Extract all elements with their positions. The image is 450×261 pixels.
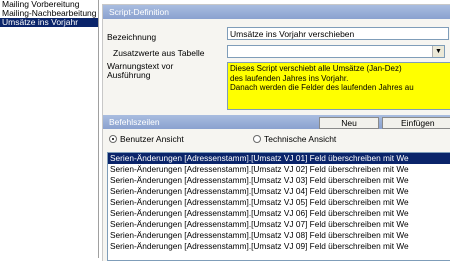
radio-unselected-icon[interactable] <box>253 135 261 143</box>
radio-benutzer-label: Benutzer Ansicht <box>120 134 184 144</box>
warnungstext-line: Danach werden die Felder des laufenden J… <box>230 83 414 92</box>
command-row[interactable]: Serien-Änderungen [Adressenstamm].[Umsat… <box>108 186 450 197</box>
warnungstext-label-line2: Ausführung <box>107 70 151 80</box>
command-row[interactable]: Serien-Änderungen [Adressenstamm].[Umsat… <box>108 230 450 241</box>
script-list-item-mailing-nachbearbeitung[interactable]: Mailing-Nachbearbeitung <box>0 9 98 18</box>
radio-selected-icon[interactable] <box>109 135 117 143</box>
script-list-item-mailing-vorbereitung[interactable]: Mailing Vorbereitung <box>0 0 98 9</box>
einfuegen-button[interactable]: Einfügen <box>382 117 450 129</box>
script-definition-header: Script-Definition <box>103 5 450 19</box>
command-row[interactable]: Serien-Änderungen [Adressenstamm].[Umsat… <box>108 208 450 219</box>
command-row[interactable]: Serien-Änderungen [Adressenstamm].[Umsat… <box>108 175 450 186</box>
warnungstext-label: Warnungstext vor Ausführung <box>107 62 173 80</box>
command-row[interactable]: Serien-Änderungen [Adressenstamm].[Umsat… <box>108 164 450 175</box>
warnungstext-line: des laufenden Jahres ins Vorjahr. <box>230 73 349 83</box>
radio-technisch-label: Technische Ansicht <box>264 134 337 144</box>
bezeichnung-label: Bezeichnung <box>107 32 157 42</box>
command-row[interactable]: Serien-Änderungen [Adressenstamm].[Umsat… <box>108 241 450 252</box>
script-definition-panel: Script-Definition Bezeichnung Umsätze in… <box>102 4 450 261</box>
script-list[interactable]: Mailing Vorbereitung Mailing-Nachbearbei… <box>0 0 99 258</box>
command-list[interactable]: Serien-Änderungen [Adressenstamm].[Umsat… <box>107 152 450 261</box>
warnungstext-line: Dieses Script verschiebt alle Umsätze (J… <box>230 64 402 73</box>
script-list-item-umsaetze-vorjahr[interactable]: Umsätze ins Vorjahr <box>0 18 98 27</box>
warnungstext-textarea[interactable]: Dieses Script verschiebt alle Umsätze (J… <box>227 62 450 110</box>
command-row[interactable]: Serien-Änderungen [Adressenstamm].[Umsat… <box>108 219 450 230</box>
chevron-down-icon[interactable]: ▼ <box>432 46 444 57</box>
bezeichnung-input[interactable]: Umsätze ins Vorjahr verschieben <box>227 27 449 40</box>
radio-technische-ansicht[interactable]: Technische Ansicht <box>253 134 336 144</box>
command-row[interactable]: Serien-Änderungen [Adressenstamm].[Umsat… <box>108 153 450 164</box>
zusatzwerte-select[interactable]: ▼ <box>227 45 445 58</box>
radio-benutzer-ansicht[interactable]: Benutzer Ansicht <box>109 134 184 144</box>
command-row[interactable]: Serien-Änderungen [Adressenstamm].[Umsat… <box>108 197 450 208</box>
neu-button[interactable]: Neu <box>319 117 379 129</box>
zusatzwerte-label: Zusatzwerte aus Tabelle <box>113 48 205 58</box>
